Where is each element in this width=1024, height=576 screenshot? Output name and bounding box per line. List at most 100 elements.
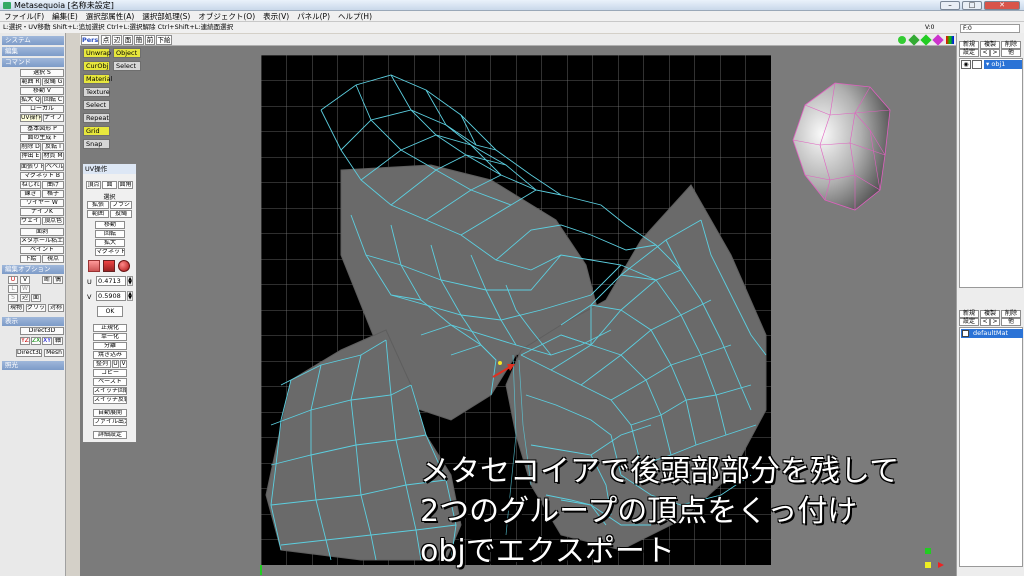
cmd-range[interactable]: 範囲 R — [20, 78, 41, 86]
uv-switch-flip[interactable]: スイッチ反転 — [93, 396, 127, 404]
uv-tab-face[interactable]: 面 — [102, 181, 117, 189]
disp-zx[interactable]: ZX — [31, 337, 41, 345]
cmd-bend[interactable]: 曲げ — [42, 181, 64, 189]
menu-selection-proc[interactable]: 選択部処理(S) — [138, 11, 194, 22]
section-edit[interactable]: 編集 — [2, 47, 64, 56]
disp-yz[interactable]: YZ — [20, 337, 30, 345]
uv-tab-vertex[interactable]: 頂点 — [86, 181, 101, 189]
uv-op-magnet[interactable]: マグネット — [95, 248, 125, 256]
cmd-viewpoint[interactable]: 視点 — [42, 255, 64, 263]
uv-file-output[interactable]: ファイル出力 — [93, 418, 127, 426]
snap-button[interactable]: Snap — [83, 139, 110, 149]
cmd-face-cut[interactable]: 面剥 — [20, 228, 64, 236]
opt-symmetry[interactable]: 対称 — [48, 304, 64, 312]
disp-direct3d-2[interactable]: Direct3D — [16, 349, 42, 357]
object-duplicate-button[interactable]: 複製 — [980, 41, 1000, 49]
object-button[interactable]: Object — [113, 48, 141, 58]
select-button[interactable]: Select — [83, 100, 110, 110]
opt-face[interactable]: 面 — [31, 294, 41, 302]
view-simple-button[interactable]: 簡 — [134, 35, 144, 45]
menu-selection-attr[interactable]: 選択部属性(A) — [82, 11, 138, 22]
brush-sphere-icon[interactable] — [118, 260, 130, 272]
unwrap-button[interactable]: Unwrap — [83, 48, 111, 58]
menu-help[interactable]: ヘルプ(H) — [334, 11, 376, 22]
cmd-metaball[interactable]: メタボール粘土 — [20, 237, 64, 245]
cmd-delete[interactable]: 削除 D — [20, 143, 41, 151]
uv-sel-extend[interactable]: 拡張 — [87, 201, 109, 209]
select-mode-button[interactable]: Select — [113, 61, 141, 71]
lock-toggle[interactable] — [972, 60, 982, 69]
cmd-primitive[interactable]: 基本図形 P — [20, 125, 64, 133]
uv-tab-face-angle[interactable]: 面角 — [118, 181, 133, 189]
section-display[interactable]: 表示 — [2, 317, 64, 326]
object-delete-button[interactable]: 削除 — [1001, 41, 1021, 49]
opt-s[interactable]: S — [8, 294, 18, 302]
zoom-icon[interactable] — [898, 36, 906, 44]
uv-auto-unwrap[interactable]: 自動展開 — [93, 409, 127, 417]
material-button[interactable]: Material — [83, 74, 112, 84]
cmd-move[interactable]: 移動 V — [20, 87, 64, 95]
cmd-create-face[interactable]: 面の生成 F — [20, 134, 64, 142]
opt-even[interactable]: 偶 — [53, 276, 63, 284]
opt-break[interactable]: 断 — [42, 276, 52, 284]
cmd-paint[interactable]: ペイント — [20, 246, 64, 254]
cmd-vertex-color[interactable]: 頂点色 — [42, 217, 64, 225]
pan-view-icon[interactable] — [920, 34, 932, 46]
repeat-button[interactable]: Repeat — [83, 113, 110, 123]
section-edit-options[interactable]: 編集オプション — [2, 265, 64, 274]
disp-direct3d[interactable]: Direct3D — [20, 327, 64, 335]
grid-button[interactable]: Grid — [83, 126, 110, 136]
visibility-eye-icon[interactable]: ◉ — [961, 60, 971, 69]
object-item-selected[interactable]: ▾ obj1 — [984, 60, 1022, 69]
disp-mesh[interactable]: Mesh — [44, 349, 64, 357]
cmd-underlay[interactable]: 下絵 — [20, 255, 41, 263]
material-prev-button[interactable]: < — [980, 318, 990, 326]
object-prev-button[interactable]: < — [980, 49, 990, 57]
section-command[interactable]: コマンド — [2, 58, 64, 67]
disp-axis[interactable]: 軸 — [53, 337, 63, 345]
cmd-scale[interactable]: 拡大 Q — [20, 96, 41, 104]
v-value-field[interactable]: 0.5908 — [96, 291, 126, 301]
cmd-lasso[interactable]: 投縄 G — [42, 78, 64, 86]
uv-sel-brush[interactable]: ブラシ — [110, 201, 132, 209]
opt-v[interactable]: V — [20, 276, 30, 284]
view-face-button[interactable]: 面 — [123, 35, 133, 45]
object-other-button[interactable]: 他 — [1001, 49, 1021, 57]
brush-soft-icon[interactable] — [88, 260, 100, 272]
uv-align-u[interactable]: U — [112, 360, 119, 368]
object-next-button[interactable]: > — [990, 49, 1000, 57]
material-new-button[interactable]: 新規 — [959, 310, 979, 318]
uv-align[interactable]: 整列 — [93, 360, 111, 368]
v-spinner[interactable]: ▲ ▼ — [127, 291, 133, 301]
cmd-knife[interactable]: ナイフK — [20, 208, 64, 216]
uv-separate[interactable]: 分離 — [93, 342, 127, 350]
uv-op-scale[interactable]: 拡大 — [95, 239, 125, 247]
cmd-face-paste[interactable]: 面張り H — [20, 163, 44, 171]
view-underlay-button[interactable]: 下絵 — [156, 35, 172, 45]
opt-edge[interactable]: 辺 — [20, 294, 30, 302]
cmd-smooth[interactable]: 錬き — [20, 190, 41, 198]
menu-view[interactable]: 表示(V) — [259, 11, 293, 22]
cmd-material[interactable]: 材質 M — [42, 152, 64, 160]
maximize-button[interactable]: □ — [962, 1, 982, 10]
opt-w[interactable]: W — [20, 285, 30, 293]
view-vertex-button[interactable]: 点 — [101, 35, 111, 45]
material-delete-button[interactable]: 削除 — [1001, 310, 1021, 318]
texture-button[interactable]: Texture — [83, 87, 110, 97]
material-duplicate-button[interactable]: 複製 — [980, 310, 1000, 318]
opt-grid[interactable]: グリッド — [26, 304, 46, 312]
cmd-weight[interactable]: ウェイト — [20, 217, 41, 225]
cmd-bevel[interactable]: ベベル — [45, 163, 64, 171]
close-button[interactable]: ✕ — [984, 1, 1020, 10]
cmd-flip[interactable]: 反転 I — [42, 143, 64, 151]
reset-view-icon[interactable] — [932, 34, 944, 46]
section-system[interactable]: システム — [2, 36, 64, 45]
cmd-magnet[interactable]: マグネット B — [20, 172, 64, 180]
uv-detail-settings[interactable]: 詳細設定 — [93, 431, 127, 439]
cmd-local[interactable]: ローカル — [20, 105, 64, 113]
cmd-twist[interactable]: ねじれ — [20, 181, 41, 189]
u-value-field[interactable]: 0.4713 — [96, 276, 126, 286]
curobj-button[interactable]: CurObj — [83, 61, 110, 71]
object-new-button[interactable]: 新規 — [959, 41, 979, 49]
opt-u[interactable]: U — [8, 276, 18, 284]
